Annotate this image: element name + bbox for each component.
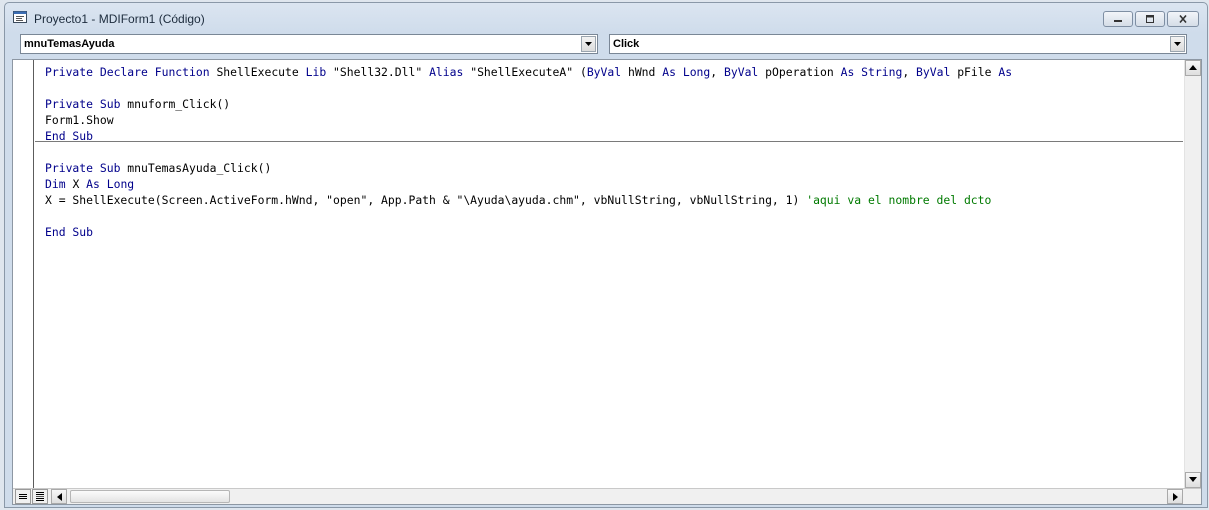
code-text: mnuform_Click() <box>127 97 231 111</box>
code-text: ShellExecute <box>216 65 306 79</box>
code-text: "Shell32.Dll" <box>333 65 430 79</box>
arrow-right-icon <box>1173 493 1178 501</box>
arrow-up-icon <box>1189 65 1197 70</box>
procedure-view-button[interactable] <box>15 489 31 504</box>
procedure-view-icon <box>19 494 27 499</box>
arrow-down-icon <box>1189 477 1197 482</box>
code-line[interactable]: Form1.Show <box>45 112 114 128</box>
scrollbar-corner <box>1184 489 1201 504</box>
code-keyword: Private Sub <box>45 97 128 111</box>
code-line[interactable]: Private Sub mnuTemasAyuda_Click() <box>45 160 271 176</box>
code-text: , <box>902 65 917 79</box>
code-keyword: As String <box>840 65 903 79</box>
chevron-down-icon <box>1174 42 1181 46</box>
code-text-area[interactable]: Private Declare Function ShellExecute Li… <box>35 60 1183 488</box>
procedure-separator <box>35 141 1183 142</box>
code-keyword: Dim <box>45 177 73 191</box>
code-text: "ShellExecuteA" ( <box>470 65 587 79</box>
code-keyword: As Long <box>662 65 711 79</box>
minimize-button[interactable] <box>1103 11 1133 27</box>
restore-button[interactable] <box>1135 11 1165 27</box>
code-keyword: As Long <box>86 177 135 191</box>
minimize-icon <box>1114 20 1122 22</box>
code-keyword: Private Sub <box>45 161 128 175</box>
code-keyword: ByVal <box>724 65 766 79</box>
code-keyword: As <box>998 65 1019 79</box>
code-line[interactable]: Private Declare Function ShellExecute Li… <box>45 64 1019 80</box>
margin-indicator-bar[interactable] <box>13 60 34 488</box>
code-keyword: Alias <box>429 65 471 79</box>
code-keyword: ByVal <box>916 65 958 79</box>
procedure-combo-dropdown-button[interactable] <box>1170 36 1185 52</box>
code-line[interactable]: X = ShellExecute(Screen.ActiveForm.hWnd,… <box>45 192 991 208</box>
bottom-bar <box>13 488 1201 504</box>
scroll-left-button[interactable] <box>51 489 67 504</box>
code-text: mnuTemasAyuda_Click() <box>127 161 272 175</box>
arrow-left-icon <box>57 493 62 501</box>
object-combo[interactable]: mnuTemasAyuda <box>20 34 598 54</box>
code-keyword: End Sub <box>45 225 94 239</box>
object-combo-value: mnuTemasAyuda <box>24 38 115 50</box>
close-icon <box>1179 15 1187 23</box>
code-text: X <box>72 177 87 191</box>
code-keyword: ByVal <box>586 65 628 79</box>
code-text: , <box>710 65 724 79</box>
code-keyword: Lib <box>305 65 334 79</box>
code-window: Proyecto1 - MDIForm1 (Código) mnuTemasAy… <box>4 2 1208 508</box>
procedure-combo[interactable]: Click <box>609 34 1187 54</box>
chevron-down-icon <box>585 42 592 46</box>
restore-icon <box>1146 15 1154 23</box>
code-text: X = ShellExecute(Screen.ActiveForm.hWnd,… <box>45 193 807 207</box>
code-text: pFile <box>957 65 999 79</box>
code-comment: 'aqui va el nombre del dcto <box>806 193 992 207</box>
window-title: Proyecto1 - MDIForm1 (Código) <box>34 12 205 26</box>
full-module-view-button[interactable] <box>32 489 48 504</box>
vb-code-window-icon <box>13 11 27 23</box>
code-line[interactable]: End Sub <box>45 224 93 240</box>
procedure-combo-value: Click <box>613 38 640 50</box>
scroll-up-button[interactable] <box>1185 60 1201 76</box>
code-line[interactable]: Private Sub mnuform_Click() <box>45 96 230 112</box>
code-text: pOperation <box>765 65 841 79</box>
vertical-scrollbar[interactable] <box>1184 60 1201 488</box>
horizontal-scroll-thumb[interactable] <box>70 490 230 503</box>
title-bar[interactable]: Proyecto1 - MDIForm1 (Código) <box>5 3 1207 33</box>
code-line[interactable]: Dim X As Long <box>45 176 134 192</box>
scroll-down-button[interactable] <box>1185 472 1201 488</box>
full-module-view-icon <box>36 492 44 501</box>
code-text: Form1.Show <box>45 113 114 127</box>
scroll-right-button[interactable] <box>1167 489 1183 504</box>
close-button[interactable] <box>1167 11 1199 27</box>
window-controls <box>1103 11 1199 27</box>
code-text: hWnd <box>627 65 663 79</box>
code-editor: Private Declare Function ShellExecute Li… <box>12 59 1202 505</box>
object-combo-dropdown-button[interactable] <box>581 36 596 52</box>
code-keyword: Private Declare Function <box>45 65 217 79</box>
